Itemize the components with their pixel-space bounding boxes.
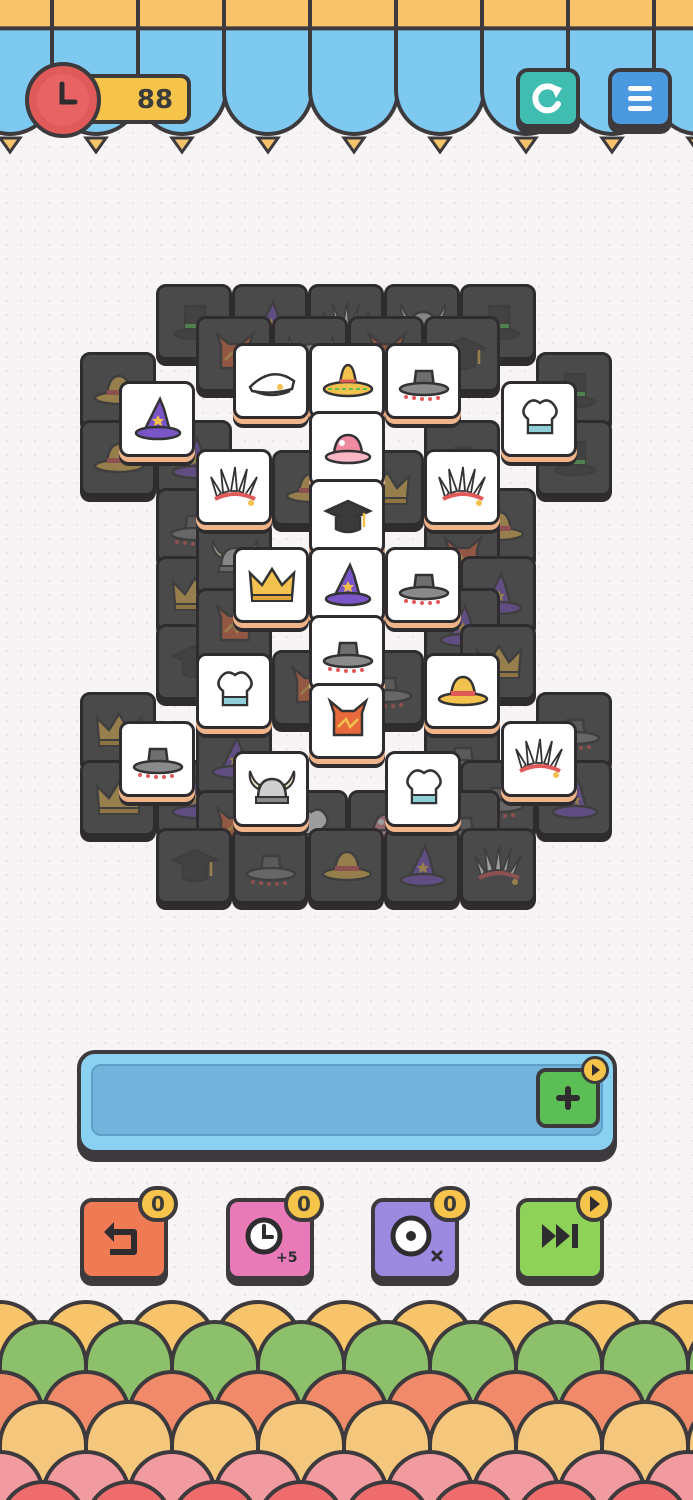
flat-hat-icon	[398, 573, 450, 605]
tile-tray	[77, 1050, 617, 1154]
pink-bonnet-icon	[324, 433, 372, 465]
blocked-tile	[460, 284, 536, 360]
wizard-hat-icon	[134, 395, 182, 441]
crown-icon	[248, 566, 296, 602]
restart-icon	[532, 83, 562, 114]
restart-button[interactable]	[516, 68, 580, 128]
add-time-count-badge: 0	[284, 1186, 324, 1222]
play-icon	[581, 1056, 609, 1084]
viking-helmet-icon	[399, 303, 447, 337]
blocked-tile	[460, 556, 536, 632]
wizard-hat-icon	[324, 561, 372, 607]
skip-ad-badge	[576, 1186, 612, 1222]
undo-count-badge: 0	[138, 1186, 178, 1222]
tile-chef-hat[interactable]	[501, 381, 577, 457]
blocked-tile	[232, 828, 308, 904]
tile-feather-headdress[interactable]	[501, 721, 577, 797]
sombrero-icon	[322, 363, 374, 398]
blocked-tile	[384, 828, 460, 904]
flat-hat-icon	[245, 854, 297, 886]
feather-headdress-icon	[322, 301, 370, 341]
graduation-cap-icon	[169, 848, 221, 883]
tile-pink-bonnet[interactable]	[309, 411, 385, 487]
blocked-tile	[460, 828, 536, 904]
tile-wizard-hat[interactable]	[119, 381, 195, 457]
blocked-tile	[156, 828, 232, 904]
tile-crown[interactable]	[233, 547, 309, 623]
viking-helmet-icon	[248, 770, 296, 804]
blocked-tile	[156, 284, 232, 360]
straw-hat-icon	[437, 675, 489, 707]
tile-viking-helmet[interactable]	[233, 751, 309, 827]
feather-headdress-icon	[515, 738, 563, 778]
timer-value: 88	[136, 85, 174, 115]
tile-feather-headdress[interactable]	[196, 449, 272, 525]
crown-icon	[171, 575, 219, 611]
tile-graduation-cap[interactable]	[309, 479, 385, 555]
chef-hat-icon	[406, 769, 442, 805]
tile-flat-hat[interactable]	[119, 721, 195, 797]
flat-hat-icon	[398, 369, 450, 401]
captain-hat-icon	[248, 373, 296, 397]
wizard-hat-icon	[247, 298, 295, 344]
top-hat-icon	[173, 304, 217, 341]
tile-straw-hat[interactable]	[424, 653, 500, 729]
tile-captain-hat[interactable]	[233, 343, 309, 419]
timer: 88	[25, 62, 191, 138]
feather-headdress-icon	[438, 466, 486, 506]
blocked-tile	[308, 828, 384, 904]
menu-icon	[628, 86, 652, 111]
add-time-sub-label: +5	[276, 1250, 298, 1266]
clock-icon	[25, 62, 101, 138]
flat-hat-icon	[322, 641, 374, 673]
wizard-hat-icon	[475, 570, 523, 616]
feather-headdress-icon	[210, 466, 258, 506]
graduation-cap-icon	[322, 499, 374, 534]
wizard-hat-icon	[399, 842, 447, 888]
tile-devil-helmet[interactable]	[309, 683, 385, 759]
tile-flat-hat[interactable]	[385, 547, 461, 623]
top-hat-icon	[477, 304, 521, 341]
chef-hat-icon	[217, 671, 253, 707]
play-icon	[590, 1196, 600, 1212]
tray-slots	[91, 1064, 603, 1136]
blocked-tile	[156, 556, 232, 632]
devil-helmet-icon	[327, 697, 369, 737]
flat-hat-icon	[132, 747, 184, 779]
feather-headdress-icon	[474, 845, 522, 885]
shuffle-count-badge: 0	[430, 1186, 470, 1222]
tile-chef-hat[interactable]	[385, 751, 461, 827]
tile-wizard-hat[interactable]	[309, 547, 385, 623]
tile-feather-headdress[interactable]	[424, 449, 500, 525]
tile-flat-hat[interactable]	[385, 343, 461, 419]
tile-sombrero[interactable]	[309, 343, 385, 419]
chef-hat-icon	[522, 399, 558, 435]
bottom-awning-decoration	[0, 1300, 693, 1500]
tile-flat-hat[interactable]	[309, 615, 385, 691]
straw-hat-icon	[321, 850, 373, 882]
menu-button[interactable]	[608, 68, 672, 128]
tile-chef-hat[interactable]	[196, 653, 272, 729]
